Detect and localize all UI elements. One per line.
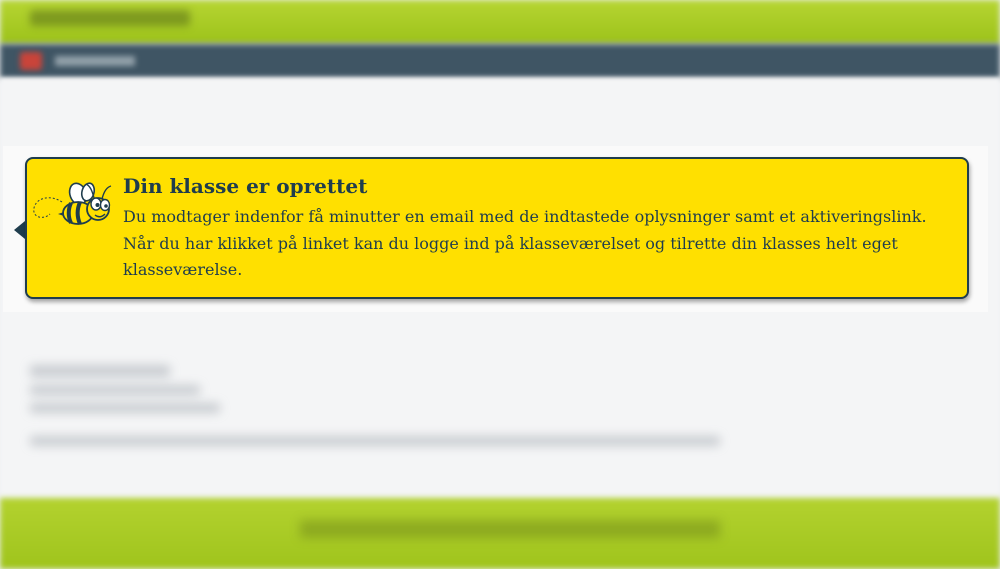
background-nav-text (55, 56, 135, 66)
background-top-bar-text (30, 10, 190, 26)
background-nav-logo (20, 52, 42, 70)
background-text-line (30, 403, 220, 413)
background-text-line (30, 365, 170, 377)
notice-message: Du modtager indenfor få minutter en emai… (123, 207, 927, 279)
background-nav-bar (0, 44, 1000, 78)
notice-title: Din klasse er oprettet (123, 174, 368, 198)
bee-icon (33, 182, 112, 225)
background-text-line (30, 385, 200, 395)
background-text-line (30, 436, 720, 446)
background-bottom-bar-text (300, 520, 720, 538)
notice-pointer (14, 221, 25, 239)
